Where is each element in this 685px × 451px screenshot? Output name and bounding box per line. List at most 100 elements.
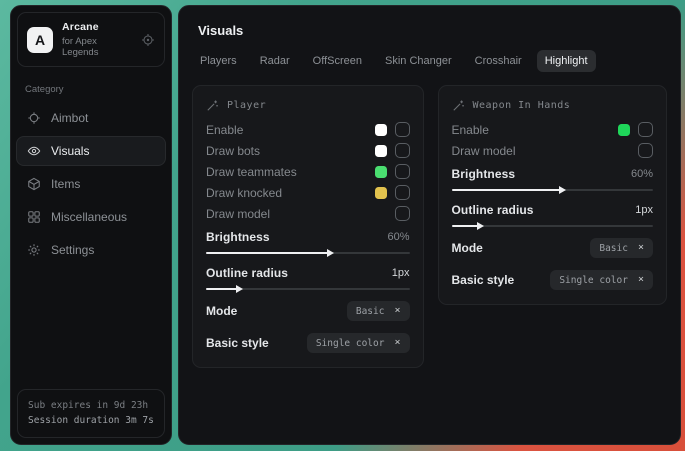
- setting-label: Enable: [452, 123, 489, 137]
- target-icon[interactable]: [141, 33, 155, 47]
- slider-label: Brightness: [206, 230, 270, 244]
- sidebar-item-miscellaneous[interactable]: Miscellaneous: [16, 202, 166, 232]
- subscription-info-box: Sub expires in 9d 23h Session duration 3…: [17, 389, 165, 438]
- setting-label: Enable: [206, 123, 243, 137]
- player-card-title: Player: [227, 100, 266, 111]
- app-logo: A: [27, 27, 53, 53]
- cards-container: Player Enable Draw bots Draw teammates: [179, 82, 680, 371]
- color-swatch[interactable]: [618, 124, 630, 136]
- draw-teammates-checkbox[interactable]: [395, 164, 410, 179]
- tab-crosshair[interactable]: Crosshair: [467, 50, 530, 72]
- outline-radius-slider[interactable]: [206, 288, 410, 290]
- slider-label: Outline radius: [206, 266, 288, 280]
- enable-checkbox[interactable]: [395, 122, 410, 137]
- draw-bots-checkbox[interactable]: [395, 143, 410, 158]
- grid-icon: [27, 210, 41, 224]
- setting-row-draw-model: Draw model: [452, 140, 654, 161]
- cube-icon: [27, 177, 41, 191]
- tab-skin-changer[interactable]: Skin Changer: [377, 50, 460, 72]
- draw-model-checkbox[interactable]: [638, 143, 653, 158]
- tag-text: Basic: [599, 243, 628, 254]
- tag-text: Basic: [356, 306, 385, 317]
- select-label: Mode: [206, 304, 237, 318]
- app-title-block: Arcane for Apex Legends: [62, 21, 132, 58]
- enable-checkbox[interactable]: [638, 122, 653, 137]
- setting-row-draw-knocked: Draw knocked: [206, 182, 410, 203]
- sidebar-item-visuals[interactable]: Visuals: [16, 136, 166, 166]
- slider-value: 1px: [392, 267, 410, 279]
- session-duration-text: Session duration 3m 7s: [28, 413, 154, 429]
- sub-expiry-text: Sub expires in 9d 23h: [28, 398, 154, 414]
- basic-style-select-row: Basic style Single color ×: [452, 269, 654, 291]
- tag-text: Single color: [316, 338, 385, 349]
- mode-select-row: Mode Basic ×: [206, 300, 410, 322]
- crosshair-icon: [27, 111, 41, 125]
- sidebar-item-label: Miscellaneous: [51, 210, 127, 224]
- sidebar-item-aimbot[interactable]: Aimbot: [16, 103, 166, 133]
- tab-players[interactable]: Players: [192, 50, 245, 72]
- category-label: Category: [11, 73, 171, 100]
- slider-thumb[interactable]: [206, 252, 328, 254]
- color-swatch[interactable]: [375, 166, 387, 178]
- eye-icon: [27, 144, 41, 158]
- player-card-header: Player: [206, 99, 410, 112]
- slider-thumb[interactable]: [452, 225, 478, 227]
- weapon-in-hands-card: Weapon In Hands Enable Draw model Bright…: [438, 85, 668, 305]
- brightness-slider-block: Brightness 60%: [452, 164, 654, 191]
- slider-thumb[interactable]: [452, 189, 561, 191]
- weapon-card-header: Weapon In Hands: [452, 99, 654, 112]
- mode-tag[interactable]: Basic ×: [347, 301, 410, 321]
- setting-row-draw-teammates: Draw teammates: [206, 161, 410, 182]
- tab-offscreen[interactable]: OffScreen: [305, 50, 370, 72]
- outline-radius-slider[interactable]: [452, 225, 654, 227]
- setting-row-draw-model: Draw model: [206, 203, 410, 224]
- outline-radius-slider-block: Outline radius 1px: [206, 263, 410, 290]
- setting-row-enable: Enable: [452, 119, 654, 140]
- select-label: Mode: [452, 241, 483, 255]
- wand-icon: [452, 99, 465, 112]
- sidebar: A Arcane for Apex Legends Category Aimbo…: [10, 5, 172, 445]
- setting-label: Draw knocked: [206, 186, 282, 200]
- player-card: Player Enable Draw bots Draw teammates: [192, 85, 424, 368]
- sidebar-item-label: Items: [51, 177, 80, 191]
- sidebar-item-label: Aimbot: [51, 111, 88, 125]
- close-icon[interactable]: ×: [394, 338, 400, 348]
- setting-row-enable: Enable: [206, 119, 410, 140]
- app-subtitle: for Apex Legends: [62, 36, 132, 58]
- slider-label: Brightness: [452, 167, 516, 181]
- main-panel: Visuals Players Radar OffScreen Skin Cha…: [178, 5, 681, 445]
- slider-label: Outline radius: [452, 203, 534, 217]
- setting-label: Draw model: [206, 207, 270, 221]
- basic-style-tag[interactable]: Single color ×: [307, 333, 410, 353]
- tab-highlight[interactable]: Highlight: [537, 50, 596, 72]
- gear-icon: [27, 243, 41, 257]
- draw-model-checkbox[interactable]: [395, 206, 410, 221]
- setting-label: Draw teammates: [206, 165, 297, 179]
- outline-radius-slider-block: Outline radius 1px: [452, 200, 654, 227]
- brightness-slider[interactable]: [452, 189, 654, 191]
- wand-icon: [206, 99, 219, 112]
- color-swatch[interactable]: [375, 145, 387, 157]
- brightness-slider[interactable]: [206, 252, 410, 254]
- setting-label: Draw bots: [206, 144, 260, 158]
- mode-tag[interactable]: Basic ×: [590, 238, 653, 258]
- slider-value: 60%: [631, 168, 653, 180]
- close-icon[interactable]: ×: [394, 306, 400, 316]
- sidebar-item-items[interactable]: Items: [16, 169, 166, 199]
- app-logo-box: A Arcane for Apex Legends: [17, 12, 165, 67]
- app-name: Arcane: [62, 21, 132, 33]
- color-swatch[interactable]: [375, 124, 387, 136]
- mode-select-row: Mode Basic ×: [452, 237, 654, 259]
- brightness-slider-block: Brightness 60%: [206, 227, 410, 254]
- slider-thumb[interactable]: [206, 288, 237, 290]
- sidebar-item-label: Visuals: [51, 144, 89, 158]
- sidebar-item-settings[interactable]: Settings: [16, 235, 166, 265]
- slider-value: 60%: [387, 231, 409, 243]
- tab-radar[interactable]: Radar: [252, 50, 298, 72]
- draw-knocked-checkbox[interactable]: [395, 185, 410, 200]
- close-icon[interactable]: ×: [638, 275, 644, 285]
- close-icon[interactable]: ×: [638, 243, 644, 253]
- color-swatch[interactable]: [375, 187, 387, 199]
- basic-style-tag[interactable]: Single color ×: [550, 270, 653, 290]
- page-title: Visuals: [179, 6, 680, 38]
